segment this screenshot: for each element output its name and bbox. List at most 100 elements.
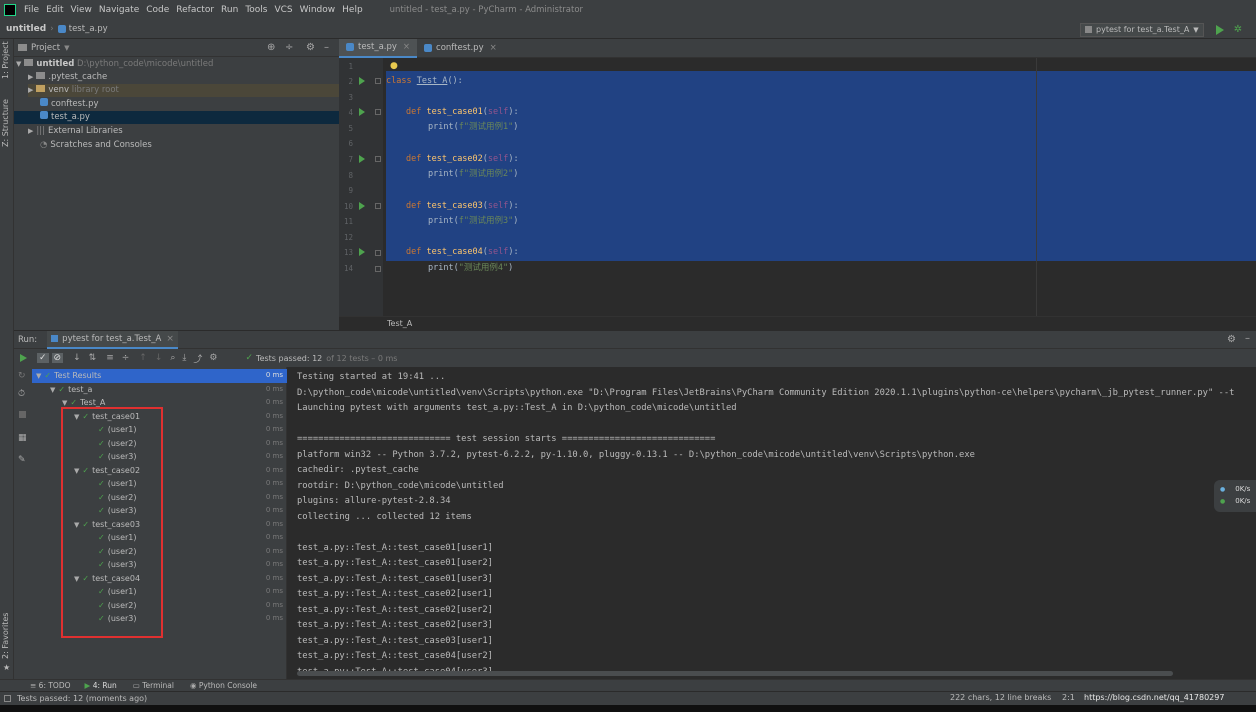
window-title: untitled - test_a.py - PyCharm - Adminis… (389, 5, 584, 15)
horizontal-scrollbar[interactable] (297, 671, 1173, 676)
tab-python-console[interactable]: ◉ Python Console (190, 681, 257, 690)
layout-icon[interactable]: ▦ (18, 433, 27, 443)
lightbulb-icon[interactable]: ● (390, 61, 398, 71)
gear-icon[interactable]: ⚙ (209, 353, 217, 363)
menu-edit[interactable]: Edit (46, 5, 63, 15)
tree-item-external-libraries[interactable]: ▶ ||| External Libraries (28, 125, 123, 138)
sort-alpha-icon[interactable]: ↓ (73, 353, 81, 363)
fold-marker-icon[interactable] (375, 109, 381, 115)
import-tests-icon[interactable]: ⤓ (182, 353, 186, 363)
test-duration: 0 ms (265, 560, 283, 568)
caret-position[interactable]: 2:1 (1062, 693, 1075, 702)
code-line-print: print(f"测试用例1") (428, 122, 519, 132)
menu-file[interactable]: File (24, 5, 39, 15)
tree-item-venv[interactable]: ▶ venv library root (28, 84, 339, 97)
tree-item-pytest-cache[interactable]: ▶ .pytest_cache (28, 71, 107, 84)
python-file-icon (57, 25, 66, 33)
run-tab[interactable]: pytest for test_a.Test_A × (47, 330, 178, 349)
toggle-autotest-icon[interactable]: ⏱ (18, 389, 25, 399)
tree-item-path: D:\python_code\micode\untitled (77, 59, 214, 69)
menu-refactor[interactable]: Refactor (176, 5, 214, 15)
run-console-output[interactable]: Testing started at 19:41 ... D:\python_c… (288, 367, 1256, 679)
menu-view[interactable]: View (71, 5, 92, 15)
folder-icon (36, 85, 46, 92)
selection-info: 222 chars, 12 line breaks (950, 693, 1052, 702)
tree-item-label: .pytest_cache (48, 72, 108, 82)
next-test-icon[interactable]: ↓ (155, 353, 163, 363)
tab-test-a[interactable]: test_a.py × (339, 38, 418, 58)
minimize-icon[interactable]: – (324, 42, 329, 53)
tree-item-label: test_a.py (51, 112, 90, 122)
test-duration: 0 ms (265, 465, 283, 474)
close-icon[interactable]: × (490, 39, 497, 58)
tests-passed-status: Tests passed: 12 (256, 353, 323, 363)
tree-item-untitled[interactable]: ▼ untitled D:\python_code\micode\untitled (16, 58, 213, 71)
expand-all-icon[interactable]: ≡ (106, 353, 114, 363)
run-gutter-icon[interactable] (359, 248, 365, 256)
test-duration: 0 ms (265, 371, 283, 379)
run-icon[interactable] (1215, 24, 1224, 35)
library-icon: ||| (36, 126, 45, 136)
search-icon[interactable]: ⌕ (170, 353, 175, 363)
run-config-select[interactable]: pytest for test_a.Test_A ▼ (1080, 22, 1204, 37)
console-line: D:\python_code\micode\untitled\venv\Scri… (297, 387, 1235, 398)
minimize-icon[interactable]: – (1245, 333, 1250, 344)
collapse-all-icon[interactable]: ÷ (285, 42, 293, 53)
breadcrumb-project[interactable]: untitled (6, 24, 46, 34)
favorites-tool-tab[interactable]: 2: Favorites (1, 613, 10, 659)
menu-code[interactable]: Code (146, 5, 169, 15)
run-gutter-icon[interactable] (359, 108, 365, 116)
debug-icon[interactable]: ✲ (1234, 24, 1242, 35)
pin-icon[interactable]: ✎ (18, 455, 26, 465)
locate-icon[interactable]: ⊕ (267, 42, 275, 53)
tab-run[interactable]: ▶ 4: Run (85, 681, 117, 690)
menu-navigate[interactable]: Navigate (99, 5, 139, 15)
tree-item-scratches[interactable]: ◔ Scratches and Consoles (40, 139, 152, 152)
run-gutter-icon[interactable] (359, 202, 365, 210)
show-ignored-icon[interactable]: ⊘ (51, 353, 64, 363)
close-icon[interactable]: × (403, 38, 410, 57)
menu-tools[interactable]: Tools (245, 5, 267, 15)
rerun-failed-icon[interactable]: ↻ (18, 371, 26, 381)
close-icon[interactable]: × (166, 334, 174, 344)
fold-marker-icon[interactable] (375, 78, 381, 84)
line-number: 4 (348, 108, 353, 117)
tab-terminal[interactable]: ▭ Terminal (133, 681, 174, 690)
test-duration: 0 ms (265, 492, 283, 501)
stop-icon[interactable] (19, 411, 26, 418)
tree-item-conftest[interactable]: conftest.py (40, 98, 99, 111)
collapse-all-icon[interactable]: ÷ (122, 353, 130, 363)
chevron-down-icon[interactable]: ▼ (64, 44, 69, 52)
run-gutter-icon[interactable] (359, 155, 365, 163)
passed-check-icon: ✓ (245, 353, 254, 363)
gear-icon[interactable]: ⚙ (1227, 334, 1236, 345)
tree-item-test-a[interactable]: test_a.py (14, 111, 339, 124)
show-passed-icon[interactable]: ✓ (37, 353, 49, 363)
test-row-results[interactable]: ▼ ✓ Test Results 0 ms (32, 369, 287, 383)
rerun-icon[interactable] (20, 354, 27, 362)
fold-marker-icon[interactable] (375, 156, 381, 162)
tab-todo[interactable]: ≡ 6: TODO (30, 681, 71, 690)
fold-marker-icon[interactable] (375, 250, 381, 256)
menu-help[interactable]: Help (342, 5, 363, 15)
fold-marker-icon[interactable] (375, 266, 381, 272)
folder-icon (24, 59, 34, 66)
structure-tool-tab[interactable]: Z: Structure (1, 99, 10, 147)
menu-run[interactable]: Run (221, 5, 238, 15)
sort-duration-icon[interactable]: ⇅ (89, 353, 97, 363)
export-tests-icon[interactable]: ⤴ (193, 352, 202, 365)
breadcrumb-file[interactable]: test_a.py (69, 24, 108, 34)
project-view-select[interactable]: Project (31, 43, 60, 53)
tree-item-label: untitled (36, 59, 75, 69)
gear-icon[interactable]: ⚙ (306, 42, 315, 53)
menu-vcs[interactable]: VCS (274, 5, 292, 15)
status-message[interactable]: Tests passed: 12 (moments ago) (17, 694, 147, 703)
tab-conftest[interactable]: conftest.py × (417, 39, 504, 58)
breadcrumb-class[interactable]: Test_A (387, 319, 412, 328)
prev-test-icon[interactable]: ↑ (139, 353, 147, 363)
fold-marker-icon[interactable] (375, 203, 381, 209)
test-row-module[interactable]: ▼ ✓ test_a 0 ms (32, 383, 287, 397)
run-gutter-icon[interactable] (359, 77, 365, 85)
menu-window[interactable]: Window (300, 5, 336, 15)
project-tool-tab[interactable]: 1: Project (1, 41, 10, 79)
